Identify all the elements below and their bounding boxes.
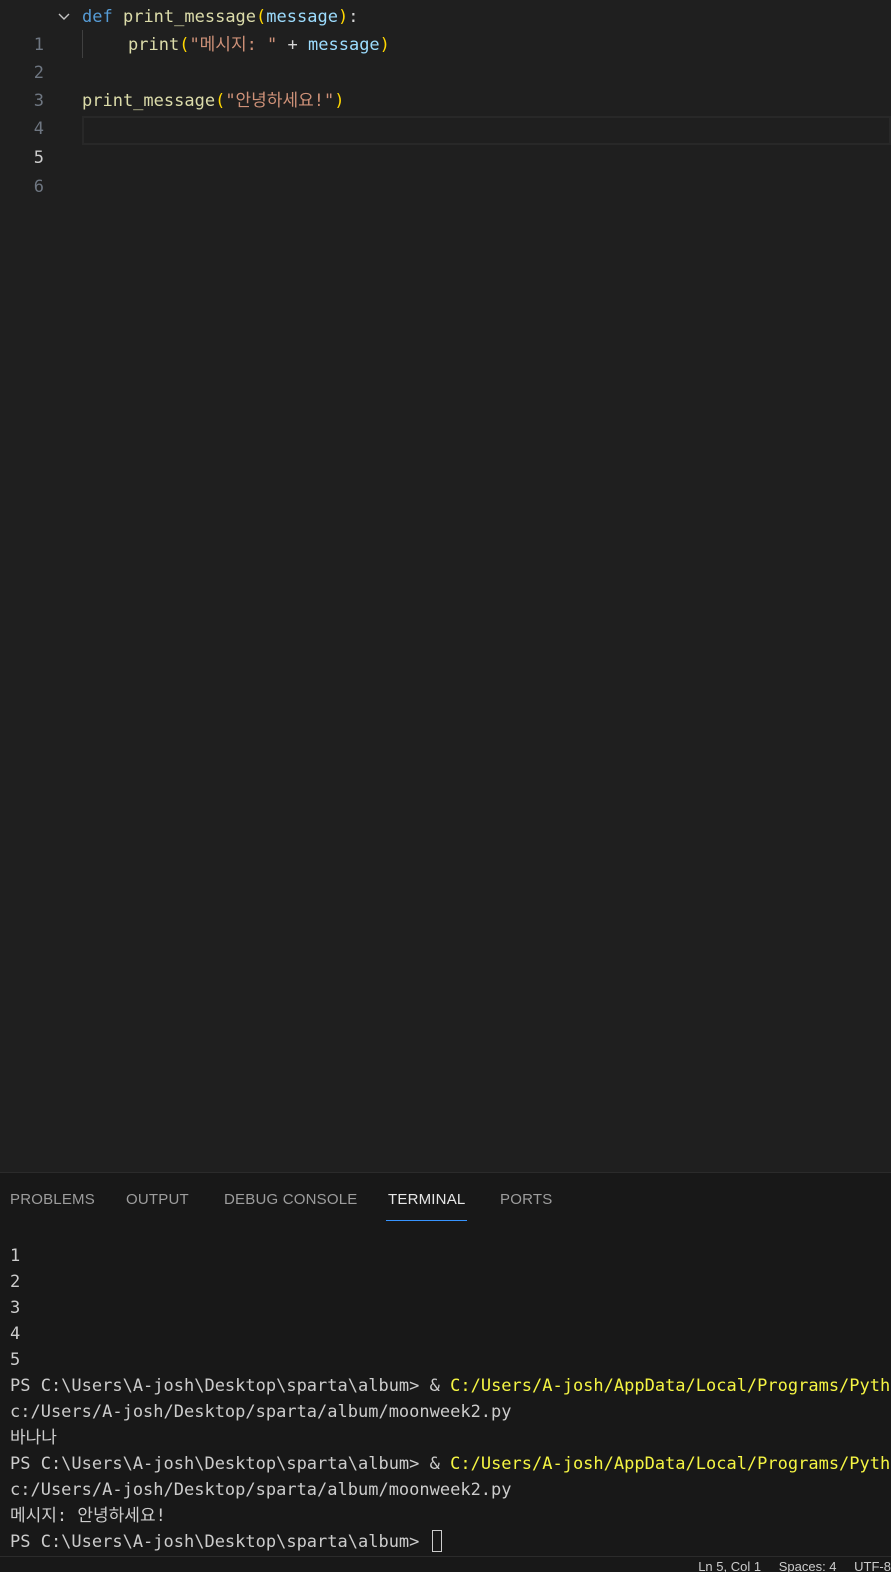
terminal-prompt-line[interactable]: PS C:\Users\A-josh\Desktop\sparta\album> (10, 1529, 891, 1553)
terminal-output[interactable]: 1 2 3 4 5 PS C:\Users\A-josh\Desktop\spa… (10, 1243, 891, 1553)
terminal-line: 1 (10, 1246, 21, 1266)
terminal-line: 4 (10, 1324, 21, 1344)
code-line-2[interactable]: 2 print("메시지: " + message) (0, 31, 891, 83)
code-text: print_message("안녕하세요!") (82, 91, 345, 111)
tab-terminal[interactable]: TERMINAL (388, 1191, 465, 1221)
tab-output[interactable]: OUTPUT (126, 1191, 189, 1221)
status-right: Ln 5, Col 1 Spaces: 4 UTF-8 (684, 1559, 891, 1572)
code-editor[interactable]: 1 def print_message(message): 2 print("메… (0, 0, 891, 1172)
bottom-panel: PROBLEMS OUTPUT DEBUG CONSOLE TERMINAL P… (0, 1172, 891, 1556)
terminal-line: c:/Users/A-josh/Desktop/sparta/album/moo… (10, 1402, 512, 1422)
terminal-cursor (431, 1530, 442, 1552)
line-number: 6 (33, 177, 44, 197)
terminal-command-line: PS C:\Users\A-josh\Desktop\sparta\album>… (10, 1454, 891, 1474)
cursor-position[interactable]: Ln 5, Col 1 (698, 1559, 761, 1572)
encoding[interactable]: UTF-8 (854, 1559, 891, 1572)
indentation[interactable]: Spaces: 4 (779, 1559, 837, 1572)
terminal-line: 바나나 (10, 1428, 57, 1448)
code-line-1[interactable]: 1 def print_message(message): (0, 3, 891, 55)
active-tab-indicator (386, 1220, 467, 1221)
status-bar: Ln 5, Col 1 Spaces: 4 UTF-8 (0, 1556, 891, 1572)
tab-problems[interactable]: PROBLEMS (10, 1191, 95, 1221)
terminal-command-line: PS C:\Users\A-josh\Desktop\sparta\album>… (10, 1376, 891, 1396)
terminal-line: 5 (10, 1350, 21, 1370)
code-text: def print_message(message): (82, 7, 359, 27)
chevron-down-icon[interactable] (58, 12, 70, 22)
tab-ports[interactable]: PORTS (500, 1191, 552, 1221)
code-line-4[interactable]: 4 print_message("안녕하세요!") (0, 87, 891, 139)
terminal-line: 메시지: 안녕하세요! (10, 1506, 166, 1526)
terminal-line: 2 (10, 1272, 21, 1292)
code-text: print("메시지: " + message) (128, 35, 390, 55)
tab-debug-console[interactable]: DEBUG CONSOLE (224, 1191, 357, 1221)
code-line-6[interactable]: 6 (0, 145, 891, 197)
code-line-3[interactable]: 3 (0, 59, 891, 111)
terminal-line: 3 (10, 1298, 21, 1318)
terminal-line: c:/Users/A-josh/Desktop/sparta/album/moo… (10, 1480, 512, 1500)
panel-tabs: PROBLEMS OUTPUT DEBUG CONSOLE TERMINAL P… (0, 1173, 891, 1225)
code-line-5[interactable]: 5 (0, 116, 891, 168)
